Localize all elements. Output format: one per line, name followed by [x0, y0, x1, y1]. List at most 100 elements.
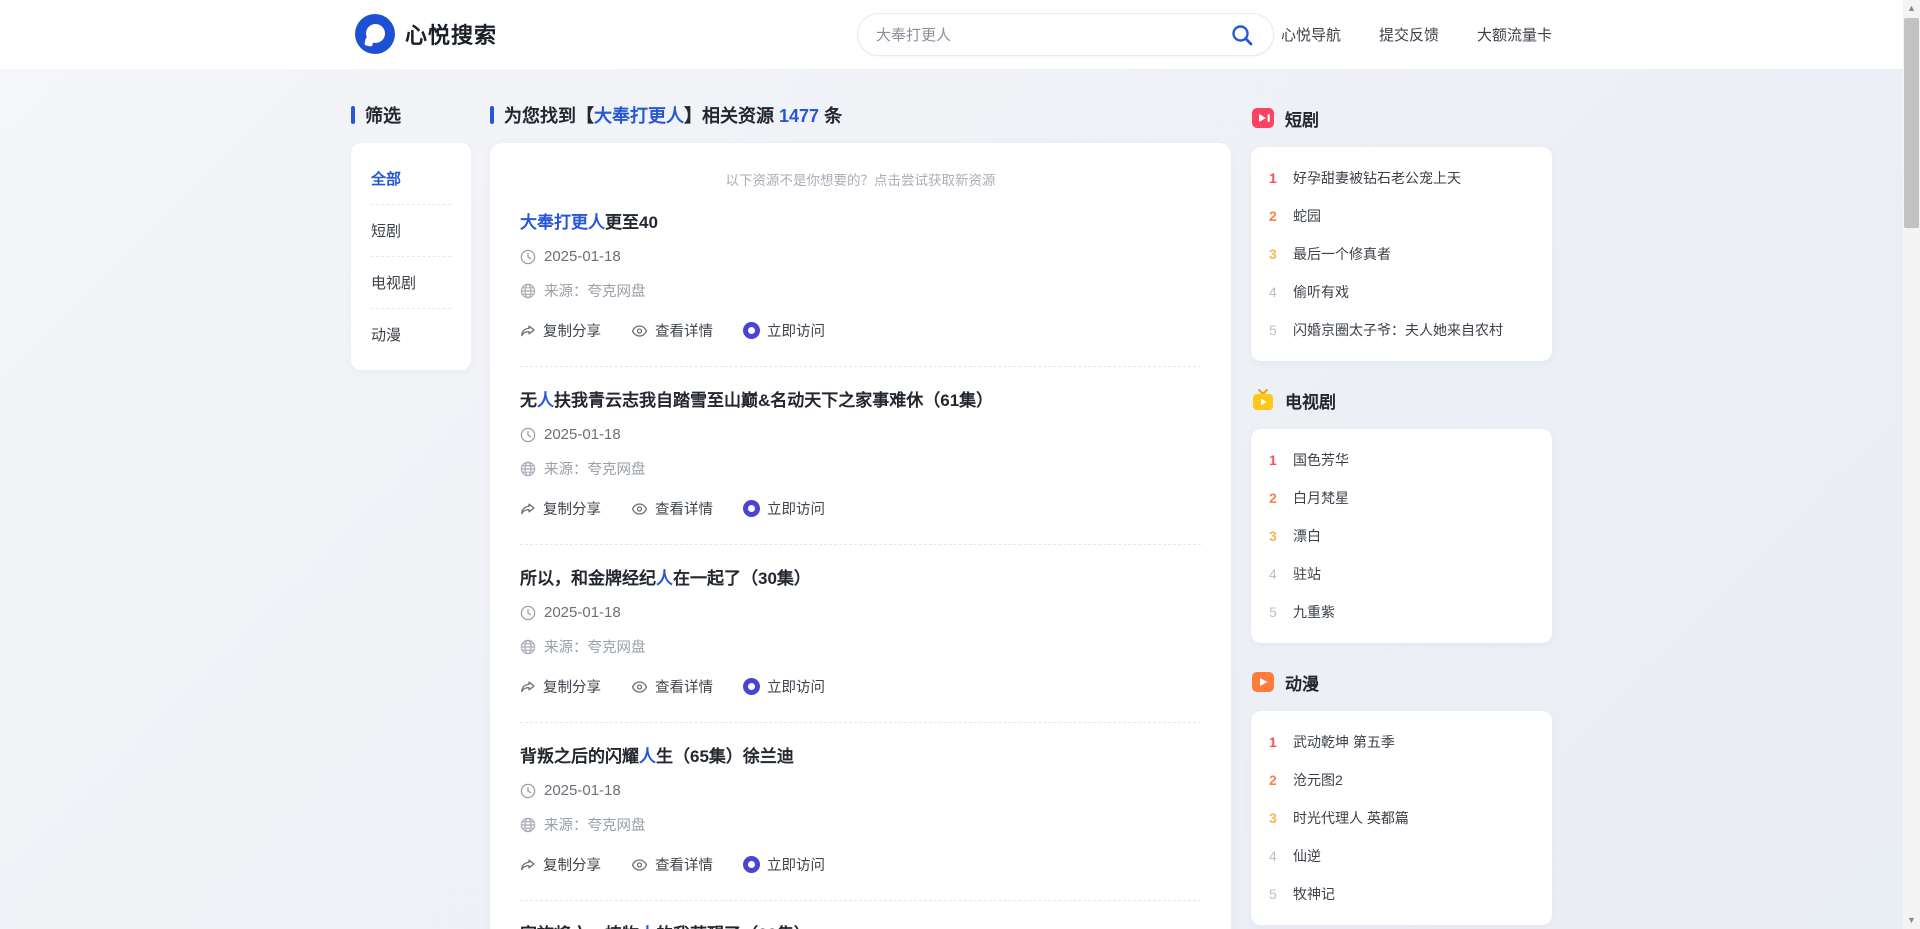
accent-bar: [351, 106, 355, 124]
copy-share-button[interactable]: 复制分享: [520, 854, 601, 875]
view-detail-button[interactable]: 查看详情: [631, 320, 713, 341]
ranking-card: 1武动乾坤 第五季2沧元图23时光代理人 英都篇4仙逆5牧神记: [1251, 711, 1552, 925]
ranking-header: 动漫: [1251, 669, 1552, 695]
nav-link-navigation[interactable]: 心悦导航: [1281, 24, 1341, 45]
rank-number: 4: [1269, 284, 1293, 300]
ranking-item[interactable]: 2沧元图2: [1269, 761, 1534, 799]
refresh-resources-hint[interactable]: 以下资源不是你想要的？点击尝试获取新资源: [520, 169, 1201, 189]
ranking-item[interactable]: 5九重紫: [1269, 593, 1534, 631]
globe-icon: [520, 461, 536, 477]
eye-icon: [631, 857, 648, 873]
result-actions: 复制分享 查看详情 立即访问: [520, 320, 1201, 366]
accent-bar: [490, 106, 494, 124]
visit-now-button[interactable]: 立即访问: [743, 854, 825, 875]
share-icon: [520, 501, 536, 517]
copy-share-button[interactable]: 复制分享: [520, 676, 601, 697]
results-keyword: 大奉打更人: [594, 106, 684, 126]
filter-title: 筛选: [365, 102, 401, 128]
ranking-section: 短剧 1好孕甜妻被钻石老公宠上天2蛇园3最后一个修真者4偷听有戏5闪婚京圈太子爷…: [1251, 105, 1552, 361]
ranking-item[interactable]: 1国色芳华: [1269, 441, 1534, 479]
clock-icon: [520, 605, 536, 621]
rank-number: 2: [1269, 772, 1293, 788]
result-source: 来源：夸克网盘: [544, 636, 646, 657]
rank-number: 5: [1269, 886, 1293, 902]
rank-title: 九重紫: [1293, 602, 1335, 622]
result-actions: 复制分享 查看详情 立即访问: [520, 854, 1201, 900]
scrollbar-down-arrow-icon[interactable]: ▼: [1903, 912, 1920, 929]
search-button[interactable]: [1229, 22, 1255, 48]
result-source: 来源：夸克网盘: [544, 458, 646, 479]
scrollbar-up-arrow-icon[interactable]: ▲: [1903, 0, 1920, 17]
rank-number: 3: [1269, 246, 1293, 262]
result-title-link[interactable]: 无人扶我青云志我自踏雪至山巅&名动天下之家事难休（61集）: [520, 391, 1201, 411]
filter-item-电视剧[interactable]: 电视剧: [371, 257, 451, 309]
result-item: 所以，和金牌经纪人在一起了（30集） 2025-01-18 来源：夸克网盘: [520, 545, 1201, 722]
results-count: 1477: [779, 106, 819, 126]
ranking-item[interactable]: 5闪婚京圈太子爷：夫人她来自农村: [1269, 311, 1534, 349]
copy-share-button[interactable]: 复制分享: [520, 320, 601, 341]
result-date: 2025-01-18: [544, 604, 621, 621]
ranking-section: 动漫 1武动乾坤 第五季2沧元图23时光代理人 英都篇4仙逆5牧神记: [1251, 669, 1552, 925]
result-title-link[interactable]: 所以，和金牌经纪人在一起了（30集）: [520, 569, 1201, 589]
globe-icon: [520, 283, 536, 299]
rank-number: 5: [1269, 322, 1293, 338]
visit-now-button[interactable]: 立即访问: [743, 320, 825, 341]
view-detail-button[interactable]: 查看详情: [631, 854, 713, 875]
visit-donut-icon: [743, 500, 760, 517]
anime-icon: [1251, 670, 1275, 694]
ranking-item[interactable]: 1武动乾坤 第五季: [1269, 723, 1534, 761]
ranking-item[interactable]: 5牧神记: [1269, 875, 1534, 913]
search-icon: [1230, 23, 1254, 47]
clock-icon: [520, 783, 536, 799]
visit-now-button[interactable]: 立即访问: [743, 676, 825, 697]
result-date: 2025-01-18: [544, 426, 621, 443]
rank-number: 1: [1269, 452, 1293, 468]
brand[interactable]: 心悦搜索: [355, 14, 497, 54]
filter-item-动漫[interactable]: 动漫: [371, 309, 451, 360]
visit-donut-icon: [743, 856, 760, 873]
ranking-item[interactable]: 2白月梵星: [1269, 479, 1534, 517]
eye-icon: [631, 679, 648, 695]
result-date-row: 2025-01-18: [520, 426, 1201, 443]
rank-number: 4: [1269, 848, 1293, 864]
result-date: 2025-01-18: [544, 248, 621, 265]
rank-number: 4: [1269, 566, 1293, 582]
rank-number: 5: [1269, 604, 1293, 620]
result-source-row: 来源：夸克网盘: [520, 280, 1201, 301]
visit-now-button[interactable]: 立即访问: [743, 498, 825, 519]
result-source: 来源：夸克网盘: [544, 280, 646, 301]
search-bar: [857, 13, 1274, 56]
rank-title: 驻站: [1293, 564, 1321, 584]
copy-share-button[interactable]: 复制分享: [520, 498, 601, 519]
ranking-item[interactable]: 4仙逆: [1269, 837, 1534, 875]
ranking-item[interactable]: 2蛇园: [1269, 197, 1534, 235]
filter-item-短剧[interactable]: 短剧: [371, 205, 451, 257]
visit-donut-icon: [743, 678, 760, 695]
ranking-item[interactable]: 4偷听有戏: [1269, 273, 1534, 311]
ranking-card: 1好孕甜妻被钻石老公宠上天2蛇园3最后一个修真者4偷听有戏5闪婚京圈太子爷：夫人…: [1251, 147, 1552, 361]
globe-icon: [520, 817, 536, 833]
brand-name: 心悦搜索: [405, 18, 497, 50]
ranking-item[interactable]: 4驻站: [1269, 555, 1534, 593]
rank-number: 1: [1269, 170, 1293, 186]
search-input[interactable]: [876, 26, 1229, 43]
filter-item-全部[interactable]: 全部: [371, 153, 451, 205]
result-title-link[interactable]: 家族将亡，植物人的我苏醒了（33集）: [520, 925, 1201, 929]
nav-link-data-card[interactable]: 大额流量卡: [1477, 24, 1552, 45]
scrollbar[interactable]: ▲ ▼: [1903, 0, 1920, 929]
nav-link-feedback[interactable]: 提交反馈: [1379, 24, 1439, 45]
scrollbar-thumb[interactable]: [1904, 18, 1919, 228]
result-source-row: 来源：夸克网盘: [520, 814, 1201, 835]
result-title-link[interactable]: 背叛之后的闪耀人生（65集）徐兰迪: [520, 747, 1201, 767]
ranking-item[interactable]: 3漂白: [1269, 517, 1534, 555]
view-detail-button[interactable]: 查看详情: [631, 498, 713, 519]
result-date-row: 2025-01-18: [520, 782, 1201, 799]
result-title-link[interactable]: 大奉打更人更至40: [520, 213, 1201, 233]
ranking-item[interactable]: 3最后一个修真者: [1269, 235, 1534, 273]
ranking-card: 1国色芳华2白月梵星3漂白4驻站5九重紫: [1251, 429, 1552, 643]
result-actions: 复制分享 查看详情 立即访问: [520, 676, 1201, 722]
ranking-item[interactable]: 3时光代理人 英都篇: [1269, 799, 1534, 837]
view-detail-button[interactable]: 查看详情: [631, 676, 713, 697]
short-drama-icon: [1251, 106, 1275, 130]
ranking-item[interactable]: 1好孕甜妻被钻石老公宠上天: [1269, 159, 1534, 197]
